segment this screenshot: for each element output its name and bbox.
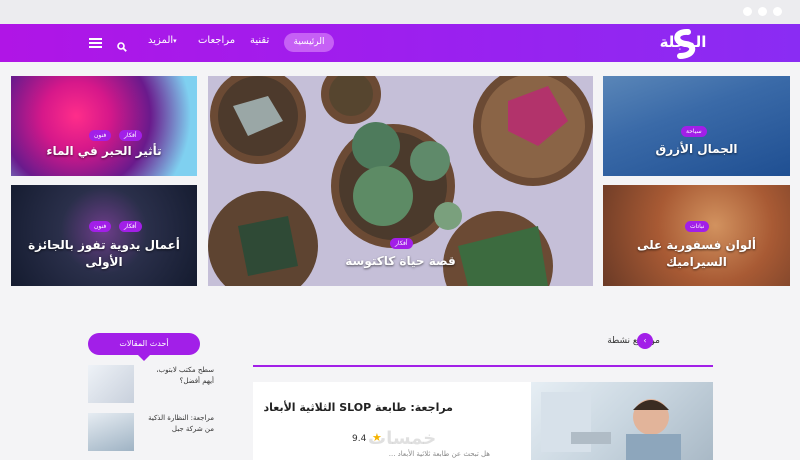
main-navbar: ▾المزيد مراجعات تقنية الرئيسية المجلة <box>0 24 800 62</box>
window-dot[interactable] <box>773 7 782 16</box>
section-divider <box>253 365 713 367</box>
nav-item-tech[interactable]: تقنية <box>250 35 269 46</box>
logo-text: المجلة <box>659 33 707 51</box>
menu-icon[interactable] <box>89 38 102 48</box>
window-dot[interactable] <box>743 7 752 16</box>
featured-title[interactable]: قصة حياة كاكتوسة <box>216 254 585 268</box>
nav-item-more[interactable]: ▾المزيد <box>148 35 177 46</box>
featured-title[interactable]: أعمال يدوية تفوز بالجائزة الأولى <box>19 237 189 271</box>
nav-item-reviews[interactable]: مراجعات <box>198 35 235 46</box>
sidebar-item[interactable]: مراجعة: النظارة الذكية من شركة جبل <box>88 413 218 453</box>
window-frame <box>0 0 800 24</box>
featured-title[interactable]: تأثير الحبر في الماء <box>19 144 189 158</box>
star-icon: ★ <box>372 431 382 444</box>
chevron-down-icon: ▾ <box>173 37 177 45</box>
site-logo[interactable]: المجلة <box>648 27 718 59</box>
featured-handcraft[interactable]: فنون أفكار أعمال يدوية تفوز بالجائزة الأ… <box>11 185 197 286</box>
category-tag[interactable]: سياحة <box>681 126 707 137</box>
section-icon: ‹ <box>637 333 653 349</box>
featured-title[interactable]: ألوان فسفورية على السيراميك <box>611 237 782 271</box>
featured-cactus[interactable]: أفكار قصة حياة كاكتوسة <box>208 76 593 286</box>
glasses-thumbnail[interactable] <box>88 413 134 451</box>
window-dot[interactable] <box>758 7 767 16</box>
search-icon[interactable] <box>117 37 127 56</box>
category-tag[interactable]: فنون <box>89 130 112 141</box>
featured-ink-water[interactable]: فنون أفكار تأثير الحبر في الماء <box>11 76 197 176</box>
person-illustration <box>541 392 681 460</box>
sidebar-item-title[interactable]: مراجعة: النظارة الذكية من شركة جبل <box>144 413 214 435</box>
nav-item-home[interactable]: الرئيسية <box>284 33 334 52</box>
featured-ceramics[interactable]: نباتات ألوان فسفورية على السيراميك <box>603 185 790 286</box>
article-title[interactable]: مراجعة: طابعة SLOP الثلاثية الأبعاد <box>263 400 453 415</box>
sidebar-item-title[interactable]: سطح مكتب لابتوب، أيهم أفضل؟ <box>144 365 214 387</box>
sidebar-item[interactable]: سطح مكتب لابتوب، أيهم أفضل؟ <box>88 365 218 405</box>
recent-posts-header: أحدث المقالات <box>88 333 200 361</box>
featured-blue-beauty[interactable]: سياحة الجمال الأزرق <box>603 76 790 176</box>
category-tag[interactable]: نباتات <box>685 221 710 232</box>
category-tag[interactable]: فنون <box>89 221 112 232</box>
article-image[interactable] <box>531 382 713 460</box>
window-controls <box>743 7 782 16</box>
category-tag[interactable]: أفكار <box>119 221 142 232</box>
article-excerpt: هل تبحث عن طابعة ثلاثية الأبعاد ... <box>388 450 490 458</box>
category-tag[interactable]: أفكار <box>119 130 142 141</box>
featured-title[interactable]: الجمال الأزرق <box>611 142 782 156</box>
laptop-thumbnail[interactable] <box>88 365 134 403</box>
category-tag[interactable]: أفكار <box>390 238 413 249</box>
rating-value: 9.4 <box>352 434 367 444</box>
